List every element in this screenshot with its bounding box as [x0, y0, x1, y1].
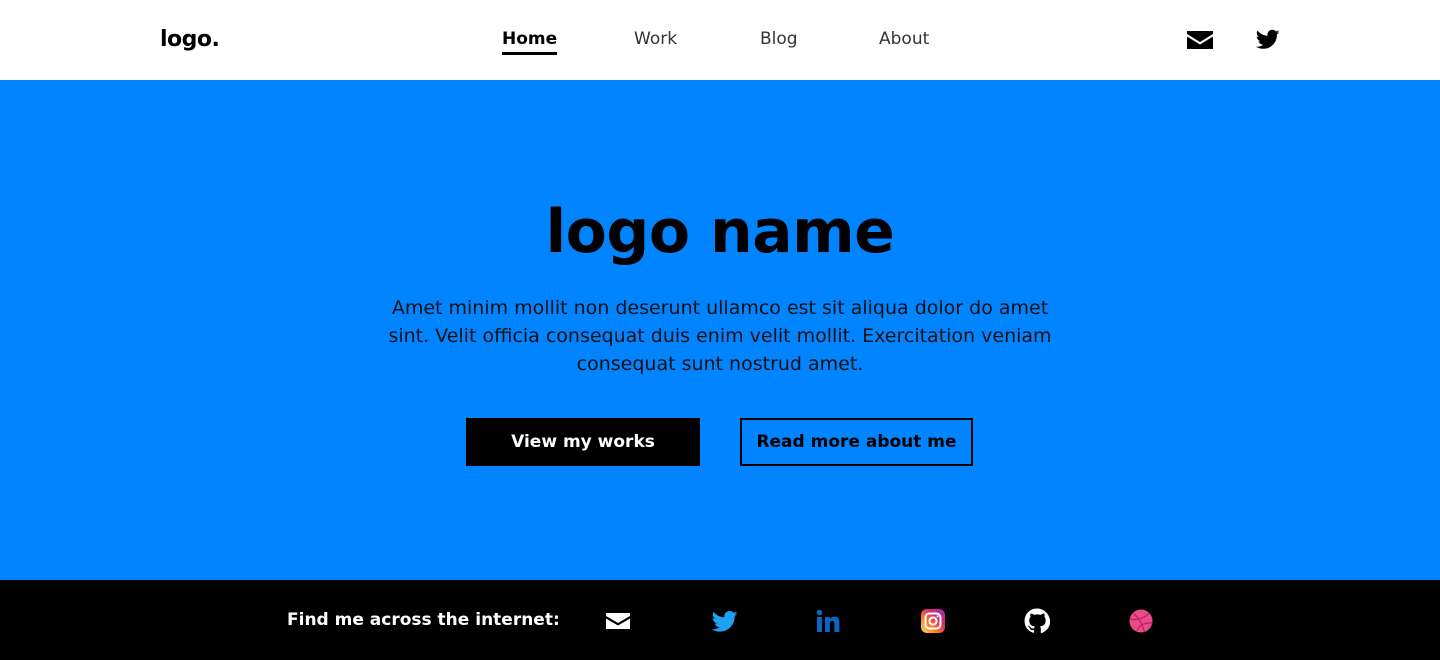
dribbble-icon[interactable] [1128, 608, 1154, 634]
hero-description: Amet minim mollit non deserunt ullamco e… [388, 297, 1052, 375]
twitter-icon[interactable] [1255, 27, 1283, 53]
logo[interactable]: logo. [160, 26, 220, 54]
mail-icon[interactable] [1186, 27, 1214, 53]
nav-item-blog[interactable]: Blog [760, 28, 798, 50]
footer-label: Find me across the internet: [287, 610, 560, 630]
instagram-icon[interactable] [920, 608, 946, 634]
nav-item-work[interactable]: Work [634, 28, 677, 50]
linkedin-icon[interactable] [816, 608, 842, 634]
hero-title: logo name [545, 197, 895, 267]
site-header: logo. Home Work Blog About [0, 0, 1440, 80]
mail-icon[interactable] [605, 608, 631, 634]
twitter-icon[interactable] [711, 608, 738, 634]
hero-section: logo name Amet minim mollit non deserunt… [0, 80, 1440, 580]
site-footer: Find me across the internet: [0, 580, 1440, 660]
github-icon[interactable] [1024, 608, 1051, 634]
nav-item-home[interactable]: Home [502, 28, 558, 55]
nav-item-about[interactable]: About [879, 28, 929, 50]
view-my-works-button[interactable]: View my works [466, 418, 700, 466]
read-more-about-me-button[interactable]: Read more about me [740, 418, 973, 466]
